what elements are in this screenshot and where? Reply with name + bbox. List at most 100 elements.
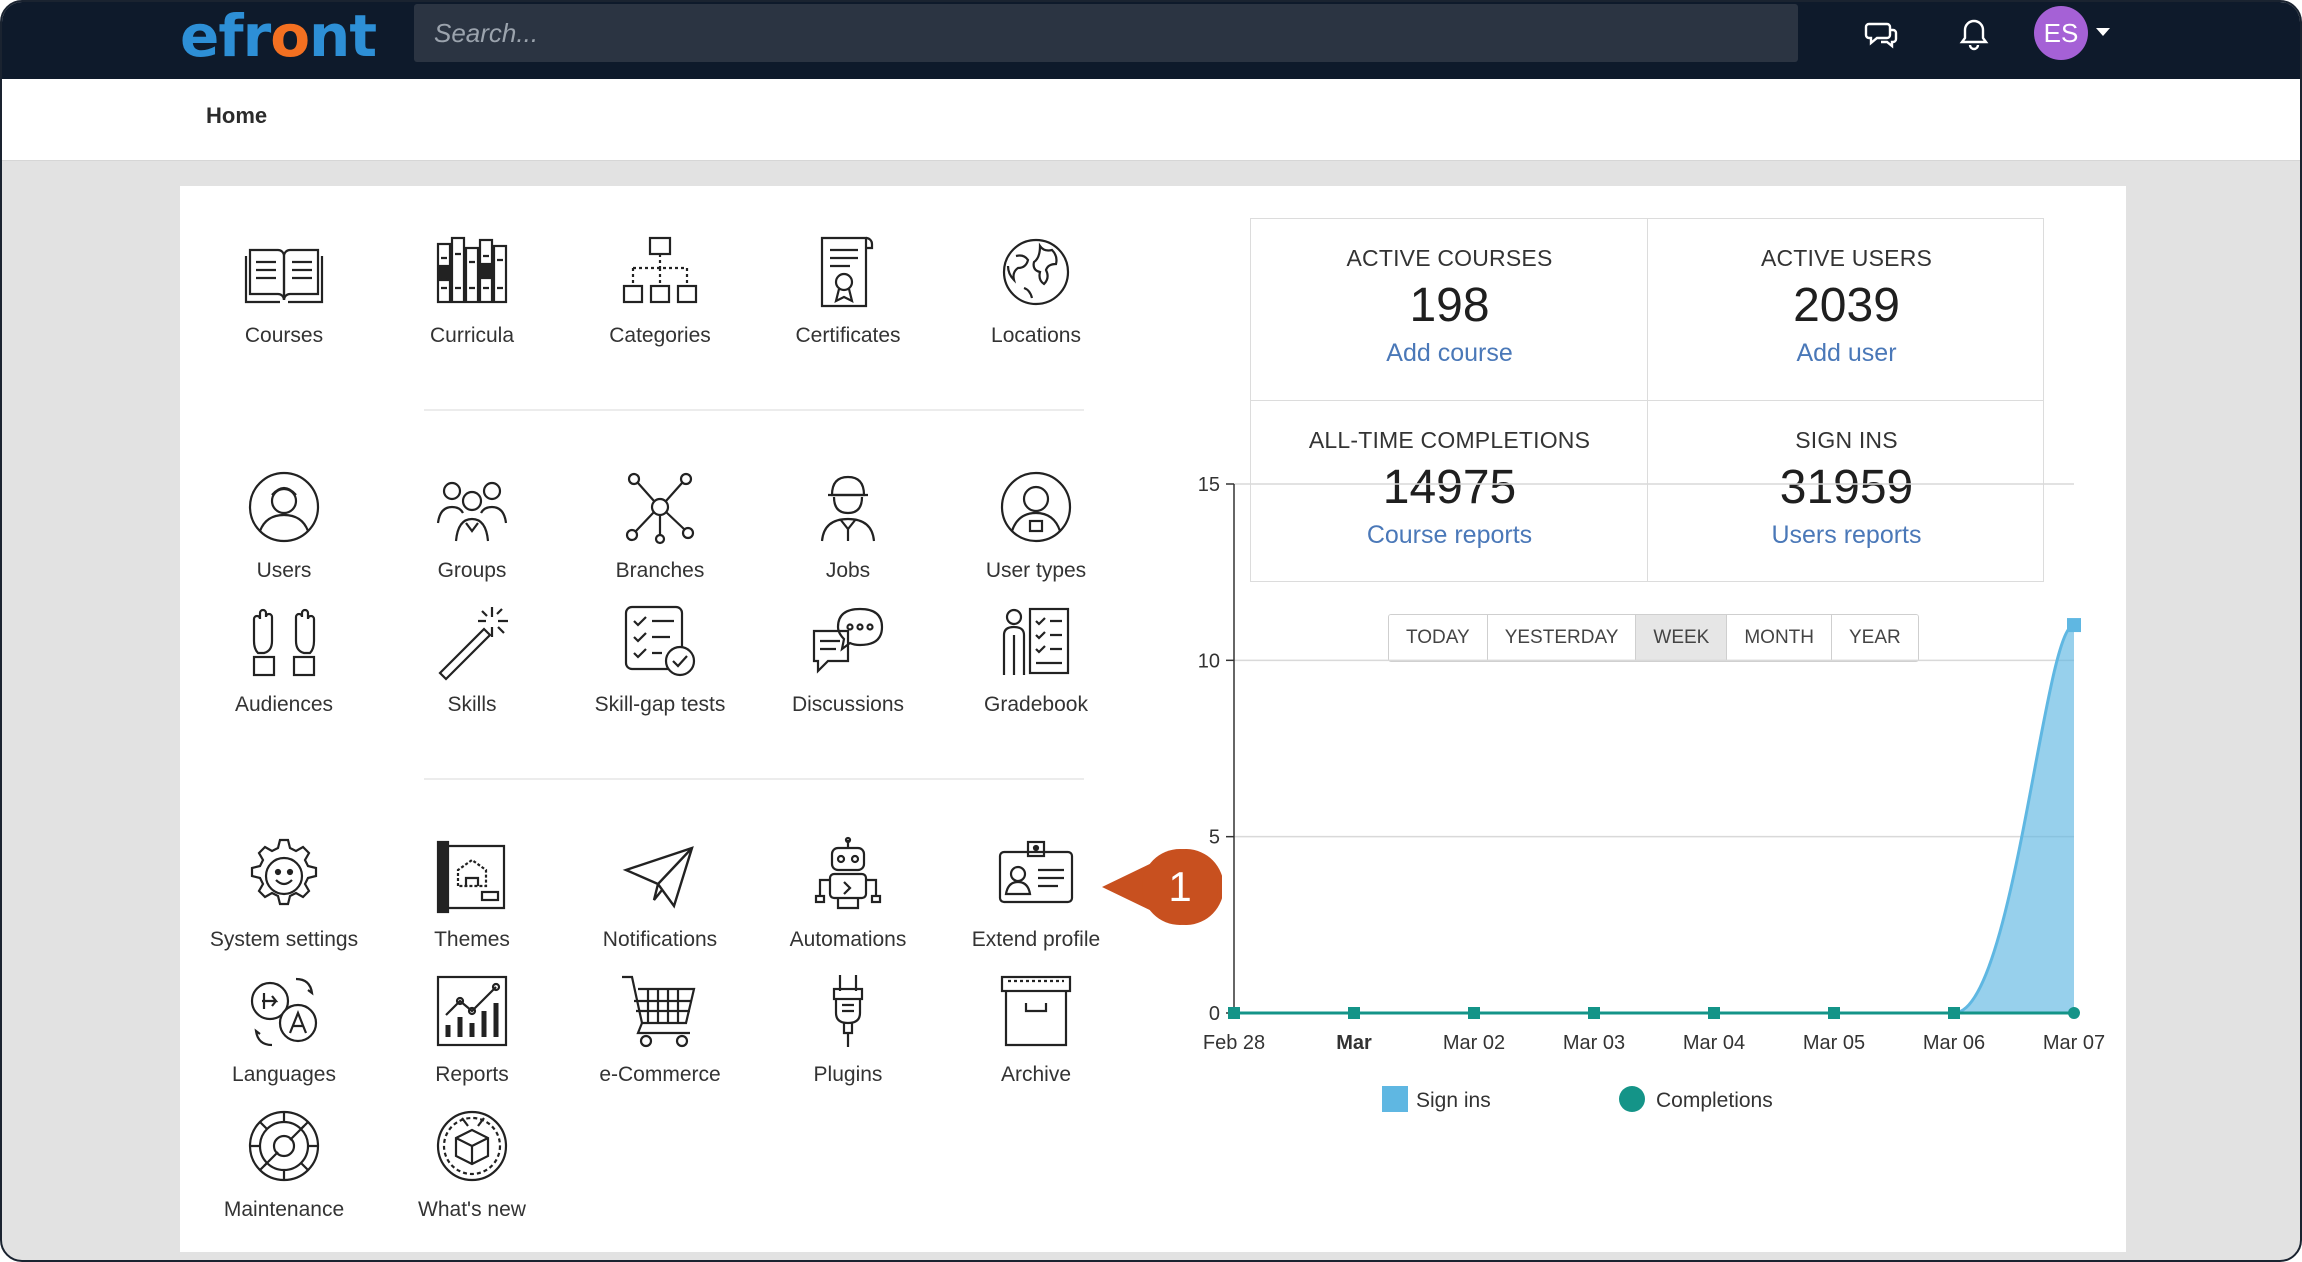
- speech-bubbles-icon: [812, 607, 884, 674]
- completions-point: [1948, 1007, 1960, 1019]
- tile-label: Certificates: [795, 324, 901, 347]
- tile-languages[interactable]: Languages: [190, 971, 378, 1087]
- tile-label: Discussions: [791, 693, 905, 716]
- tile-label: Audiences: [234, 693, 334, 716]
- tile-plugins[interactable]: Plugins: [754, 971, 942, 1087]
- robot-icon: [814, 836, 882, 910]
- shopping-cart-icon: [622, 975, 696, 1048]
- gear-icon: [250, 838, 318, 906]
- completions-point: [1468, 1007, 1480, 1019]
- tile-themes[interactable]: Themes: [378, 836, 566, 952]
- breadcrumb-home[interactable]: Home: [206, 103, 267, 129]
- tile-automations[interactable]: Automations: [754, 836, 942, 952]
- tile-label: Gradebook: [984, 693, 1088, 716]
- tile-label: Notifications: [602, 928, 718, 951]
- tile-skills[interactable]: Skills: [378, 601, 566, 717]
- tile-label: Skill-gap tests: [594, 693, 726, 716]
- x-tick-label: Mar 02: [1443, 1032, 1505, 1054]
- tile-courses[interactable]: Courses: [190, 232, 378, 348]
- tile-label: Groups: [437, 559, 507, 582]
- chevron-down-icon[interactable]: [2096, 28, 2110, 36]
- bell-icon[interactable]: [1956, 16, 1992, 52]
- tile-whats-new[interactable]: What's new: [378, 1106, 566, 1222]
- tile-gradebook[interactable]: Gradebook: [942, 601, 1130, 717]
- tile-notifications[interactable]: Notifications: [566, 836, 754, 952]
- search-input[interactable]: [414, 4, 1798, 62]
- y-tick-label: 0: [1209, 1003, 1220, 1025]
- completions-point: [2068, 1007, 2080, 1019]
- tile-label: Automations: [789, 928, 907, 951]
- x-axis-ticks: Feb 28 Mar Mar 02 Mar 03 Mar 04 Mar 05 Mar 06 M…: [1203, 1032, 2105, 1054]
- stat-value: 198: [1409, 279, 1490, 332]
- tile-maintenance[interactable]: Maintenance: [190, 1106, 378, 1222]
- tile-label: Locations: [991, 324, 1081, 347]
- user-avatar[interactable]: ES: [2034, 6, 2088, 60]
- tile-user-types[interactable]: User types: [942, 467, 1130, 583]
- tile-skill-gap-tests[interactable]: Skill-gap tests: [566, 601, 754, 717]
- sign-ins-line: [1233, 623, 2075, 1015]
- x-tick-label: Mar 06: [1923, 1032, 1985, 1054]
- efront-logo[interactable]: efront: [180, 6, 377, 66]
- blueprint-icon: [436, 840, 506, 914]
- tile-discussions[interactable]: Discussions: [754, 601, 942, 717]
- legend-swatch-completions: [1619, 1086, 1645, 1112]
- add-course-link[interactable]: Add course: [1251, 339, 1648, 368]
- y-axis-ticks: 051015: [1198, 474, 1220, 1025]
- tile-label: User types: [985, 559, 1087, 582]
- callout-marker: 1: [1102, 849, 1222, 925]
- chat-icon[interactable]: [1864, 16, 1900, 52]
- tile-label: Branches: [615, 559, 705, 582]
- add-user-link[interactable]: Add user: [1648, 339, 2045, 368]
- completions-point: [1588, 1007, 1600, 1019]
- stat-title: ALL-TIME COMPLETIONS: [1308, 427, 1591, 453]
- tile-label: Themes: [434, 928, 510, 951]
- tile-archive[interactable]: Archive: [942, 971, 1130, 1087]
- search-box: [414, 4, 1798, 62]
- stat-value: 2039: [1793, 279, 1900, 332]
- tile-certificates[interactable]: Certificates: [754, 232, 942, 348]
- tile-label: Languages: [232, 1063, 336, 1086]
- stat-title: ACTIVE USERS: [1760, 245, 1933, 271]
- stat-title: ACTIVE COURSES: [1346, 245, 1553, 271]
- x-tick-label: Mar: [1336, 1032, 1372, 1054]
- tile-branches[interactable]: Branches: [566, 467, 754, 583]
- globe-icon: [1002, 238, 1070, 306]
- tile-system-settings[interactable]: System settings: [190, 836, 378, 952]
- breadcrumb: Home: [2, 79, 2300, 161]
- completions-point: [1348, 1007, 1360, 1019]
- legend-swatch-sign-ins: [1382, 1086, 1408, 1112]
- app-window: efront ES Home Courses Curricula: [0, 0, 2302, 1262]
- x-tick-label: Mar 04: [1683, 1032, 1745, 1054]
- tile-reports[interactable]: Reports: [378, 971, 566, 1087]
- tile-label: What's new: [418, 1198, 526, 1221]
- completions-point: [1708, 1007, 1720, 1019]
- book-icon: [244, 248, 324, 304]
- y-tick-label: 15: [1198, 474, 1220, 496]
- new-package-icon: [436, 1110, 508, 1182]
- translate-icon: [250, 977, 318, 1047]
- tile-ecommerce[interactable]: e-Commerce: [566, 971, 754, 1087]
- tile-jobs[interactable]: Jobs: [754, 467, 942, 583]
- tile-label: System settings: [209, 928, 359, 951]
- maintenance-gear-icon: [248, 1110, 320, 1182]
- certificate-icon: [820, 236, 874, 308]
- sign-ins-point: [2067, 618, 2081, 633]
- tile-label: Reports: [435, 1063, 509, 1086]
- tile-label: Extend profile: [971, 928, 1101, 951]
- magic-wand-icon: [438, 607, 508, 681]
- y-tick-label: 10: [1198, 650, 1220, 672]
- tile-groups[interactable]: Groups: [378, 467, 566, 583]
- chart-series: [1228, 618, 2081, 1019]
- gradebook-icon: [1002, 607, 1070, 675]
- tile-curricula[interactable]: Curricula: [378, 232, 566, 348]
- legend-label-sign-ins: Sign ins: [1416, 1089, 1491, 1112]
- user-type-icon: [1000, 471, 1072, 543]
- tile-categories[interactable]: Categories: [566, 232, 754, 348]
- bookshelf-icon: [436, 236, 508, 304]
- tile-locations[interactable]: Locations: [942, 232, 1130, 348]
- id-card-icon: [998, 840, 1074, 904]
- activity-chart: 051015 Feb 28 Mar Mar 02 Mar 03 Mar 04 Mar 05…: [1198, 474, 2105, 1112]
- tile-users[interactable]: Users: [190, 467, 378, 583]
- plug-icon: [832, 975, 864, 1047]
- tile-audiences[interactable]: Audiences: [190, 601, 378, 717]
